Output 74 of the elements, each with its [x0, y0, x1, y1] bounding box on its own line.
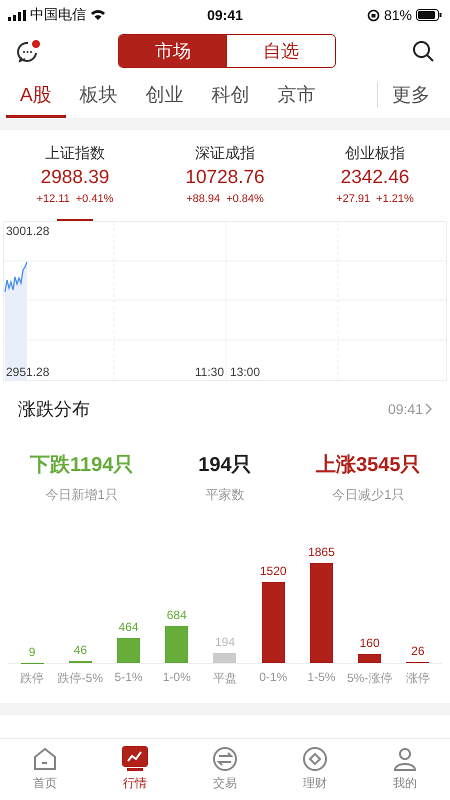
bar-value: 464	[118, 620, 139, 634]
stock-count: 上涨3545只	[316, 453, 421, 478]
count-note: 今日新增1只	[46, 486, 118, 504]
index-change: +12.11	[36, 193, 70, 205]
bar	[213, 652, 236, 663]
clock: 09:41	[207, 7, 243, 23]
bar-value: 1520	[260, 564, 287, 578]
bar	[68, 660, 92, 663]
stock-count: 194只	[198, 453, 252, 478]
section-title: 涨跌分布	[18, 398, 90, 421]
axis-label: 涨停	[406, 670, 430, 687]
index-value: 2342.46	[340, 167, 410, 189]
bar	[358, 654, 382, 663]
index-percent: +0.41%	[76, 193, 114, 205]
wifi-icon	[90, 9, 106, 21]
bar-value: 160	[360, 636, 380, 650]
nav-tab[interactable]: 首页	[0, 745, 90, 800]
index-value: 2988.39	[40, 167, 110, 189]
count-note: 今日减少1只	[332, 486, 404, 504]
rotation-lock-icon	[366, 8, 380, 22]
bar	[165, 626, 188, 663]
axis-label: 跌停-5%	[58, 670, 103, 687]
bar-value: 1865	[308, 545, 335, 559]
bar-value: 194	[214, 634, 235, 649]
trend-chart-icon	[122, 746, 148, 772]
count-note: 平家数	[205, 486, 244, 504]
nav-tab[interactable]: 行情	[90, 745, 180, 800]
axis-label: 11:30	[194, 365, 224, 379]
search-button[interactable]	[412, 40, 434, 62]
axis-label: 1-0%	[162, 670, 191, 684]
bar-value: 26	[411, 644, 425, 658]
more-tab[interactable]: 更多	[378, 72, 444, 118]
index-change: +88.94	[186, 193, 220, 205]
axis-label: 2951.28	[6, 365, 50, 379]
axis-label: 3001.28	[6, 224, 50, 238]
market-tab[interactable]: 板块	[66, 72, 132, 118]
nav-tab[interactable]: 理财	[270, 745, 360, 800]
search-icon	[412, 40, 434, 62]
market-tab[interactable]: 创业	[132, 72, 198, 118]
nav-tab[interactable]: 交易	[180, 745, 270, 800]
index-name[interactable]: 上证指数	[45, 144, 105, 163]
person-icon	[392, 746, 418, 772]
axis-label: 平盘	[212, 670, 237, 687]
battery-icon	[416, 9, 442, 21]
message-button[interactable]	[16, 39, 42, 63]
axis-label: 跌停	[20, 670, 44, 687]
index-change: +27.91	[336, 193, 370, 205]
index-name[interactable]: 深证成指	[195, 144, 255, 163]
market-tab[interactable]: 科创	[198, 72, 264, 118]
carrier-name: 中国电信	[30, 6, 86, 24]
market-tab[interactable]: 京市	[264, 72, 330, 118]
bar	[117, 638, 140, 663]
battery-percent: 81%	[384, 7, 412, 23]
bar-value: 9	[28, 644, 36, 659]
chevron-right-icon	[425, 403, 432, 415]
index-percent: +1.21%	[376, 193, 414, 205]
chat-bubble-icon	[16, 39, 42, 63]
diamond-coin-icon	[302, 746, 328, 772]
exchange-icon	[212, 746, 238, 772]
axis-label: 0-1%	[259, 670, 288, 684]
axis-label: 5%-涨停	[346, 670, 392, 687]
index-percent: +0.84%	[226, 193, 264, 205]
signal-icon	[8, 10, 26, 20]
axis-label: 1-5%	[307, 670, 336, 684]
axis-label: 13:00	[230, 365, 260, 379]
stock-count: 下跌1194只	[30, 453, 134, 478]
nav-tab[interactable]: 我的	[360, 745, 450, 800]
index-name[interactable]: 创业板指	[345, 144, 405, 163]
bar-value: 46	[74, 642, 87, 657]
bar-value: 684	[166, 608, 187, 622]
axis-label: 5-1%	[114, 670, 143, 684]
index-value: 10728.76	[185, 167, 265, 189]
segment-tab[interactable]: 市场	[119, 35, 227, 67]
home-icon	[32, 746, 58, 772]
